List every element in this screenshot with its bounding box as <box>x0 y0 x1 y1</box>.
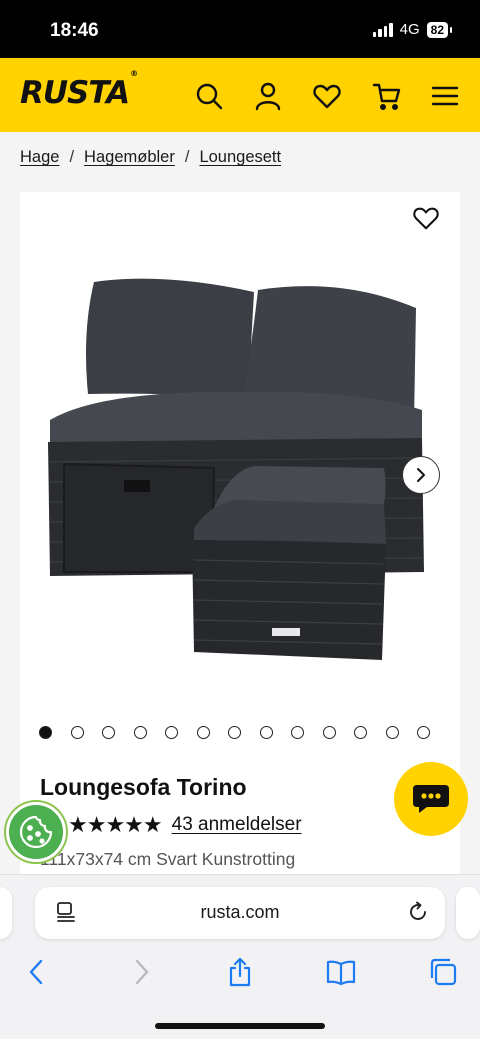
menu-icon[interactable] <box>430 81 460 111</box>
battery-icon: 82 <box>426 21 453 38</box>
back-icon[interactable] <box>22 957 52 987</box>
next-tab-preview[interactable] <box>456 887 480 939</box>
carousel-dot[interactable] <box>70 726 84 739</box>
carousel-dot[interactable] <box>322 726 336 739</box>
cart-icon[interactable] <box>372 81 402 111</box>
home-indicator <box>155 1023 325 1029</box>
forward-icon[interactable] <box>126 957 156 987</box>
product-rating: ★★★★★ 43 anmeldelser <box>68 812 302 838</box>
search-icon[interactable] <box>194 81 224 111</box>
carousel-dot[interactable] <box>259 726 273 739</box>
network-label: 4G <box>399 21 420 38</box>
carousel-dot[interactable] <box>385 726 399 739</box>
browser-toolbar: rusta.com <box>0 874 480 1039</box>
bookmarks-icon[interactable] <box>326 957 356 987</box>
chat-icon <box>413 785 449 813</box>
rating-stars: ★★★★★ <box>68 812 163 837</box>
signal-icon <box>372 22 393 37</box>
status-bar: 18:46 4G 82 <box>0 0 480 58</box>
share-icon[interactable] <box>225 957 255 987</box>
carousel-dot[interactable] <box>39 726 52 739</box>
site-header: RUSTA® <box>0 58 480 132</box>
product-subtitle: 111x73x74 cm Svart Kunstrotting <box>40 849 296 869</box>
user-icon[interactable] <box>253 81 283 111</box>
previous-tab-preview[interactable] <box>0 887 12 939</box>
cookie-settings-button[interactable] <box>6 802 66 862</box>
product-title: Loungesofa Torino <box>40 774 247 800</box>
carousel-dot[interactable] <box>417 726 430 739</box>
status-indicators: 4G 82 <box>372 21 453 38</box>
image-carousel-dots <box>39 726 430 739</box>
status-time: 18:46 <box>50 20 99 41</box>
breadcrumb-hage[interactable]: Hage <box>20 148 59 167</box>
reload-icon[interactable] <box>407 901 429 923</box>
chevron-right-icon <box>417 468 425 482</box>
breadcrumb: Hage / Hagemøbler / Loungesett <box>20 148 281 167</box>
address-bar[interactable]: rusta.com <box>35 887 445 939</box>
product-card: Loungesofa Torino ★★★★★ 43 anmeldelser 1… <box>20 192 460 892</box>
product-image[interactable] <box>42 272 442 672</box>
carousel-dot[interactable] <box>228 726 241 739</box>
heart-icon[interactable] <box>312 81 342 111</box>
breadcrumb-separator: / <box>69 148 75 166</box>
carousel-dot[interactable] <box>102 726 115 739</box>
breadcrumb-hagemobler[interactable]: Hagemøbler <box>84 148 175 167</box>
carousel-dot[interactable] <box>291 726 304 739</box>
carousel-dot[interactable] <box>354 726 367 739</box>
favorite-heart-icon[interactable] <box>412 204 440 232</box>
rusta-logo[interactable]: RUSTA® <box>20 69 138 111</box>
breadcrumb-separator: / <box>184 148 190 166</box>
carousel-dot[interactable] <box>196 726 210 739</box>
chat-button[interactable] <box>394 762 468 836</box>
breadcrumb-loungesett[interactable]: Loungesett <box>199 148 281 167</box>
url-text: rusta.com <box>200 902 280 922</box>
carousel-dot[interactable] <box>165 726 178 739</box>
cookie-icon <box>19 815 53 849</box>
tabs-icon[interactable] <box>428 957 458 987</box>
carousel-dot[interactable] <box>133 726 147 739</box>
next-image-button[interactable] <box>402 456 440 494</box>
reviews-link[interactable]: 43 anmeldelser <box>172 814 302 836</box>
